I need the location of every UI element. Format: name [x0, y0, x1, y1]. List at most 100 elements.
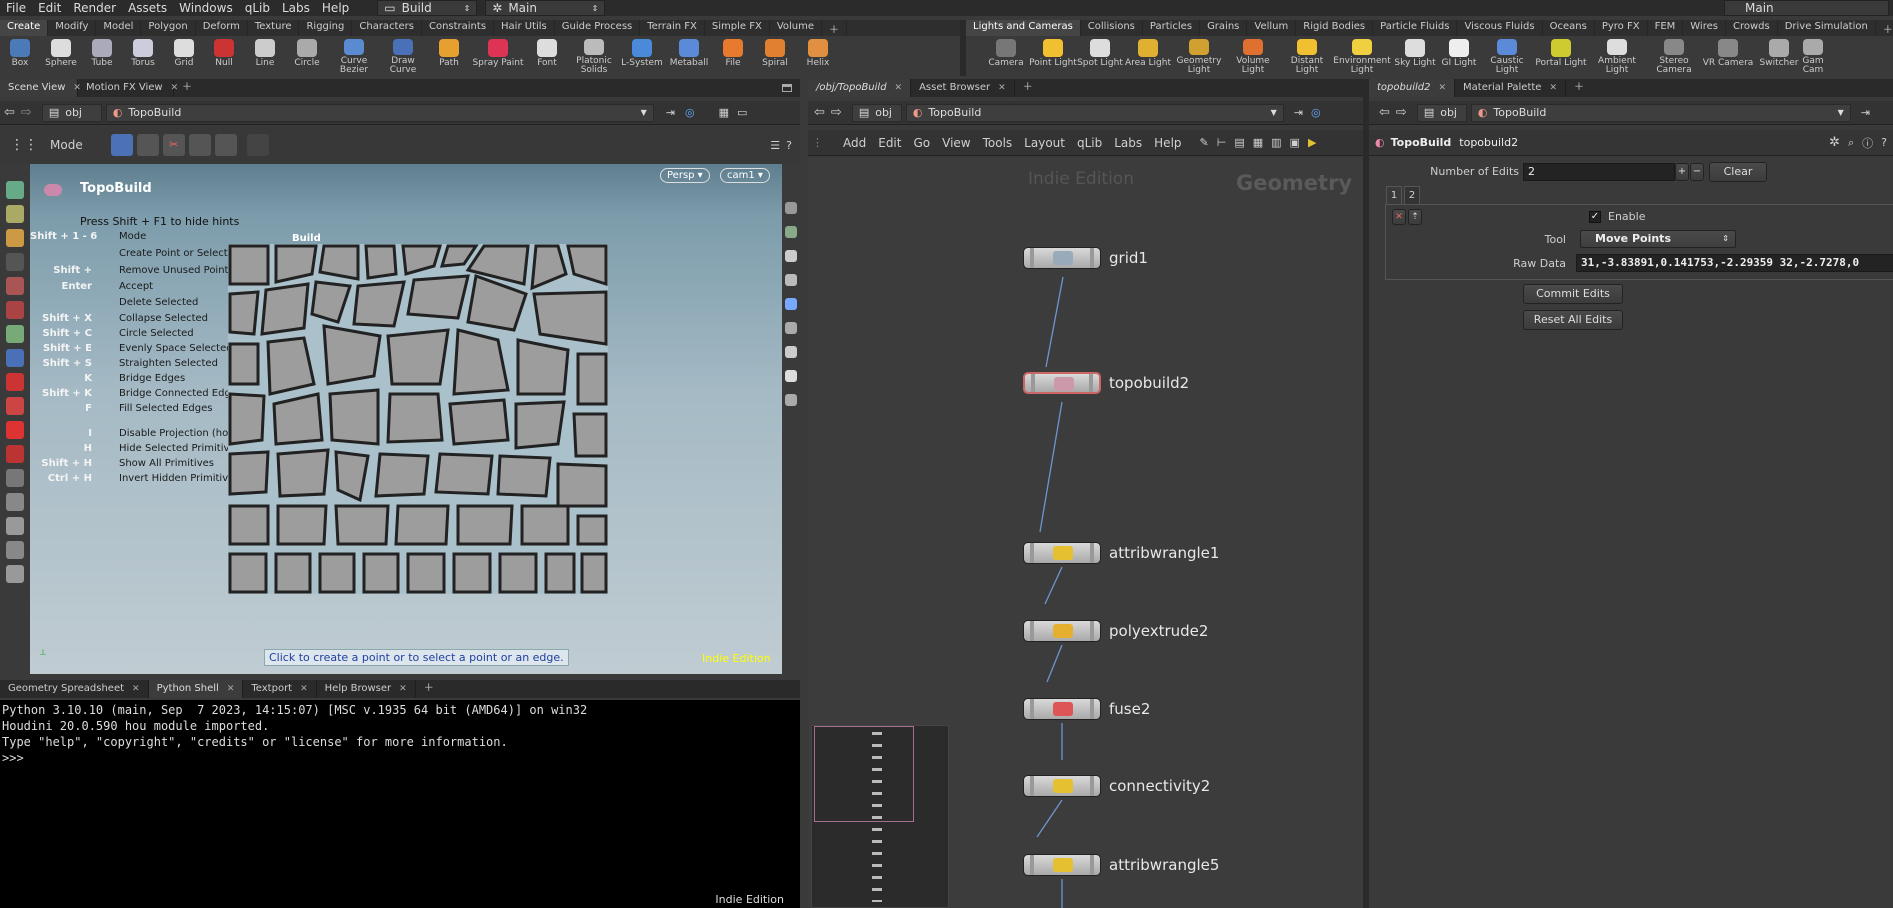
tab-python-shell[interactable]: Python Shell ✕	[148, 680, 244, 698]
add-tab-button[interactable]: ＋	[174, 79, 200, 97]
move-icon[interactable]	[6, 205, 24, 223]
help-icon[interactable]: ?	[1881, 136, 1887, 149]
network-menu-go[interactable]: Go	[913, 136, 930, 150]
node-tile[interactable]	[1023, 620, 1101, 642]
pin-icon[interactable]: ⇥	[666, 106, 675, 119]
shelf-tab-collisions[interactable]: Collisions	[1081, 20, 1143, 36]
shelf-tool-distant-light[interactable]: Distant Light	[1281, 37, 1333, 75]
node-attribwrangle1[interactable]: attribwrangle1	[1023, 542, 1219, 564]
minimap-viewport[interactable]	[814, 726, 914, 822]
list-view-icon[interactable]: ▤	[1234, 136, 1244, 149]
display-option-icon[interactable]	[785, 202, 797, 214]
select-icon[interactable]	[6, 181, 24, 199]
shelf-tool-spot-light[interactable]: Spot Light	[1077, 37, 1123, 75]
lock-icon[interactable]	[785, 250, 797, 262]
tool-dropdown[interactable]: Move Points ⇕	[1580, 230, 1736, 248]
image-view-icon[interactable]: ▣	[1290, 136, 1300, 149]
tab-geometry-spreadsheet[interactable]: Geometry Spreadsheet ✕	[0, 680, 149, 698]
cut-tool-icon[interactable]: ✂	[162, 134, 185, 156]
node-tile[interactable]	[1023, 542, 1101, 564]
shelf-tab-vellum[interactable]: Vellum	[1247, 20, 1297, 36]
rotate-icon[interactable]	[6, 229, 24, 247]
camera-menu[interactable]: cam1 ▾	[720, 168, 770, 183]
context-dropdown-right[interactable]: Main	[1724, 0, 1889, 16]
network-editor[interactable]: Indie Edition Geometry grid1 topobuild2 at…	[808, 157, 1363, 908]
link-icon[interactable]: ◎	[685, 106, 695, 119]
shelf-tool-helix[interactable]: Helix	[796, 37, 840, 75]
tab-scene-view[interactable]: Scene View ✕	[0, 79, 81, 97]
remove-instance-button[interactable]: ✕	[1392, 209, 1406, 225]
add-shelf-button[interactable]: ＋	[1876, 20, 1893, 36]
tab-asset-browser[interactable]: Asset Browser ✕	[911, 79, 1015, 97]
menu-assets[interactable]: Assets	[122, 1, 173, 15]
shelf-divider[interactable]	[960, 20, 966, 76]
path-node-dropdown[interactable]: ◐ TopoBuild ▼	[105, 103, 654, 122]
shelf-tab-grains[interactable]: Grains	[1200, 20, 1248, 36]
reset-all-edits-button[interactable]: Reset All Edits	[1523, 310, 1623, 330]
path-obj[interactable]: ▤ obj	[1416, 103, 1467, 122]
close-icon[interactable]: ✕	[300, 684, 308, 694]
search-icon[interactable]: ⌕	[1848, 136, 1854, 150]
node-tile[interactable]	[1023, 698, 1101, 720]
menu-windows[interactable]: Windows	[173, 1, 239, 15]
menu-qlib[interactable]: qLib	[239, 1, 276, 15]
normals-icon[interactable]	[785, 346, 797, 358]
node-tile[interactable]	[1023, 372, 1101, 394]
node-polyextrude2[interactable]: polyextrude2	[1023, 620, 1208, 642]
back-arrow-icon[interactable]: ⇦	[814, 105, 825, 120]
tile-view-icon[interactable]: ▥	[1271, 136, 1281, 149]
shelf-tab-drive-simulation[interactable]: Drive Simulation	[1778, 20, 1876, 36]
node-attribwrangle5[interactable]: attribwrangle5	[1023, 854, 1219, 876]
path-obj[interactable]: ▤ obj	[851, 103, 902, 122]
enable-checkbox[interactable]: ✓	[1589, 211, 1601, 223]
shelf-tool-volume-light[interactable]: Volume Light	[1225, 37, 1281, 75]
shelf-tab-guide-process[interactable]: Guide Process	[555, 20, 641, 36]
network-menu-add[interactable]: Add	[843, 136, 866, 150]
shelf-tab-crowds[interactable]: Crowds	[1726, 20, 1778, 36]
handle-icon[interactable]	[6, 253, 24, 271]
link-icon[interactable]: ◎	[1311, 106, 1321, 119]
desktop-dropdown[interactable]: ▭ Build ⇕	[377, 0, 478, 16]
shelf-tool-draw-curve[interactable]: Draw Curve	[380, 37, 426, 75]
network-menu-qlib[interactable]: qLib	[1077, 136, 1102, 150]
menu-file[interactable]: File	[0, 1, 32, 15]
pose-icon[interactable]	[6, 277, 24, 295]
info-icon[interactable]: ⓘ	[1862, 135, 1873, 151]
magnet-icon[interactable]	[6, 373, 24, 391]
node-topobuild2[interactable]: topobuild2	[1023, 372, 1189, 394]
shelf-tab-wires[interactable]: Wires	[1683, 20, 1726, 36]
close-icon[interactable]: ✕	[895, 83, 903, 93]
render-icon[interactable]	[6, 469, 24, 487]
shelf-tab-terrain-fx[interactable]: Terrain FX	[640, 20, 705, 36]
close-icon[interactable]: ✕	[132, 684, 140, 694]
network-menu-tools[interactable]: Tools	[983, 136, 1013, 150]
shelf-tool-box[interactable]: Box	[0, 37, 40, 75]
shelf-tab-fem[interactable]: FEM	[1648, 20, 1684, 36]
shelf-tab-polygon[interactable]: Polygon	[141, 20, 196, 36]
shelf-tool-null[interactable]: Null	[204, 37, 244, 75]
remove-edit-button[interactable]: −	[1690, 163, 1704, 181]
menu-edit[interactable]: Edit	[32, 1, 67, 15]
shading-icon[interactable]	[785, 226, 797, 238]
python-console[interactable]: Python 3.10.10 (main, Sep 7 2023, 14:15:…	[0, 700, 800, 908]
topo-geometry[interactable]	[228, 244, 608, 594]
grid-snap-icon[interactable]	[6, 445, 24, 463]
node-fuse2[interactable]: fuse2	[1023, 698, 1150, 720]
shelf-tab-oceans[interactable]: Oceans	[1543, 20, 1595, 36]
commit-edits-button[interactable]: Commit Edits	[1523, 284, 1623, 304]
shelf-tool-environment-light[interactable]: Environment Light	[1333, 37, 1391, 75]
shelf-tool-platonic-solids[interactable]: Platonic Solids	[570, 37, 618, 75]
close-icon[interactable]: ✕	[998, 83, 1006, 93]
node-grid1[interactable]: grid1	[1023, 247, 1148, 269]
menu-labs[interactable]: Labs	[276, 1, 316, 15]
pane-menu-icon[interactable]	[782, 84, 792, 92]
shelf-tool-camera[interactable]: Camera	[983, 37, 1029, 75]
shelf-tab-simple-fx[interactable]: Simple FX	[705, 20, 770, 36]
shelf-tool-stereo-camera[interactable]: Stereo Camera	[1647, 37, 1701, 75]
help-icon[interactable]: ?	[786, 139, 792, 152]
shelf-tab-rigid-bodies[interactable]: Rigid Bodies	[1296, 20, 1374, 36]
shelf-tab-constraints[interactable]: Constraints	[422, 20, 495, 36]
shelf-tool-metaball[interactable]: Metaball	[666, 37, 712, 75]
add-edit-button[interactable]: +	[1675, 163, 1689, 181]
network-minimap[interactable]	[811, 725, 949, 908]
